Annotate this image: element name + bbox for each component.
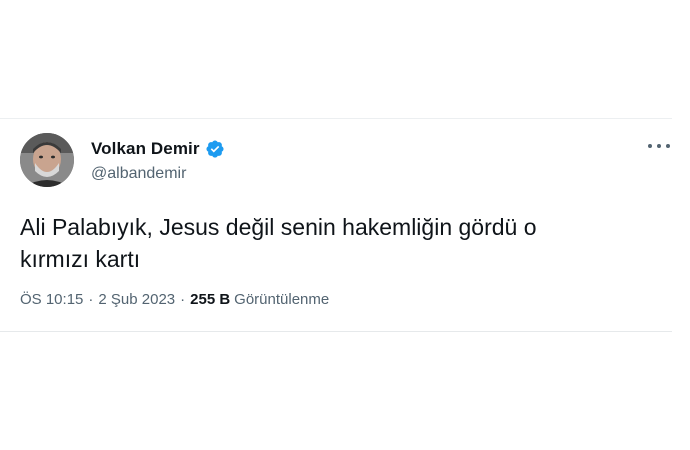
meta-separator: · — [180, 291, 186, 308]
author-name-row: Volkan Demir — [91, 139, 225, 159]
more-horizontal-icon — [666, 144, 670, 148]
tweet-text: Ali Palabıyık, Jesus değil senin hakemli… — [20, 214, 537, 272]
more-horizontal-icon — [648, 144, 652, 148]
views-label: Görüntülenme — [234, 291, 330, 308]
verified-badge-icon — [205, 139, 225, 159]
avatar-image — [20, 133, 74, 187]
avatar[interactable] — [20, 133, 74, 187]
tweet-date[interactable]: 2 Şub 2023 — [98, 291, 175, 308]
author-name[interactable]: Volkan Demir — [91, 139, 200, 159]
more-options-button[interactable] — [648, 139, 670, 153]
author-handle[interactable]: @albandemir — [91, 165, 186, 183]
tweet-time[interactable]: ÖS 10:15 — [20, 291, 83, 308]
meta-separator: · — [88, 291, 94, 308]
more-horizontal-icon — [657, 144, 661, 148]
views-count: 255 B — [190, 291, 231, 308]
tweet-card: Volkan Demir @albandemir Ali Palabıyık, … — [0, 118, 672, 332]
tweet-meta: ÖS 10:15 · 2 Şub 2023 · 255 B Görüntülen… — [20, 291, 329, 308]
page: Volkan Demir @albandemir Ali Palabıyık, … — [0, 0, 690, 450]
